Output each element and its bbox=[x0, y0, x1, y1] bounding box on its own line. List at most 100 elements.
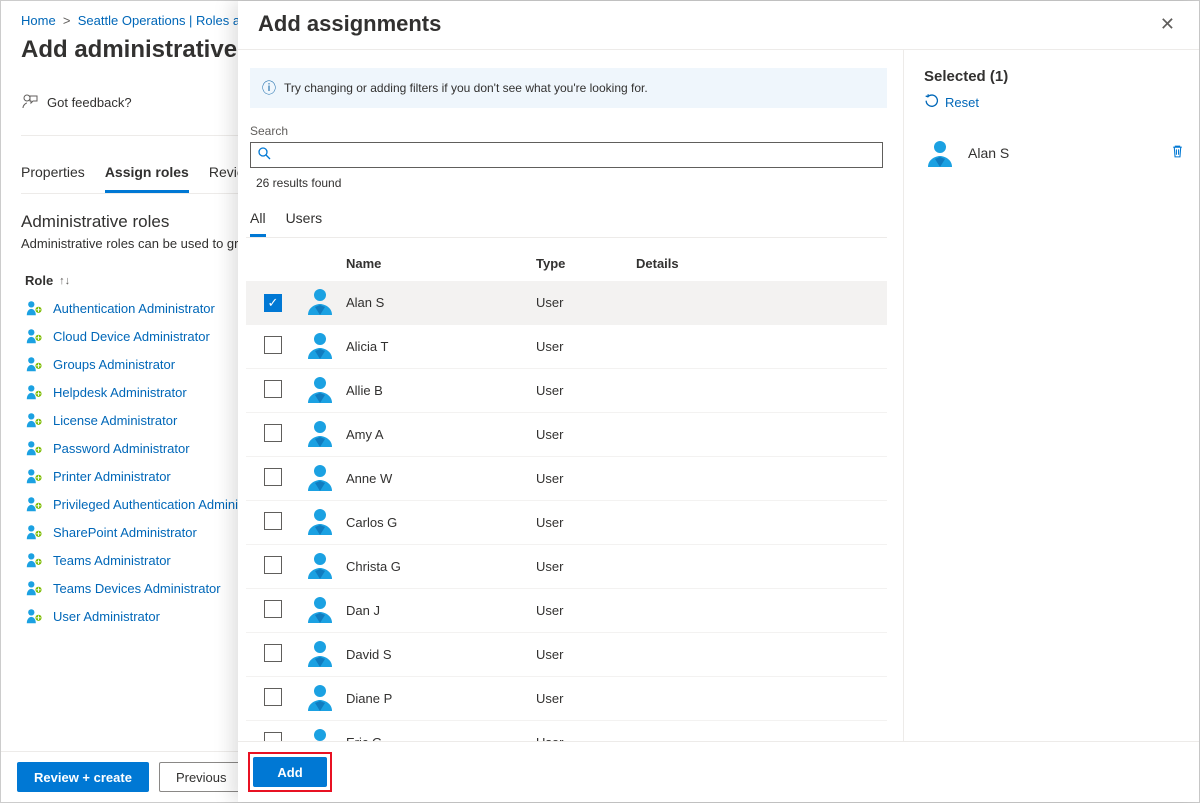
avatar-icon bbox=[304, 681, 336, 713]
role-icon bbox=[25, 299, 43, 317]
role-icon bbox=[25, 383, 43, 401]
avatar-icon bbox=[304, 593, 336, 625]
avatar-icon bbox=[304, 637, 336, 669]
user-row[interactable]: Dan JUser bbox=[246, 589, 887, 633]
col-type[interactable]: Type bbox=[536, 256, 636, 271]
selected-item: Alan S bbox=[924, 137, 1185, 169]
role-icon bbox=[25, 495, 43, 513]
user-row[interactable]: Christa GUser bbox=[246, 545, 887, 589]
user-name: Allie B bbox=[346, 383, 536, 398]
avatar-icon bbox=[924, 137, 956, 169]
search-label: Search bbox=[250, 124, 887, 138]
user-row[interactable]: Diane PUser bbox=[246, 677, 887, 721]
selected-item-name: Alan S bbox=[968, 145, 1158, 161]
role-link[interactable]: Teams Devices Administrator bbox=[53, 581, 221, 596]
tab-properties[interactable]: Properties bbox=[21, 156, 85, 193]
user-type: User bbox=[536, 427, 636, 442]
role-link[interactable]: Helpdesk Administrator bbox=[53, 385, 187, 400]
review-create-button[interactable]: Review + create bbox=[17, 762, 149, 792]
checkbox[interactable] bbox=[264, 644, 282, 662]
user-row[interactable]: Amy AUser bbox=[246, 413, 887, 457]
user-row[interactable]: Alicia TUser bbox=[246, 325, 887, 369]
avatar-icon bbox=[304, 285, 336, 317]
avatar-icon bbox=[304, 329, 336, 361]
search-input[interactable] bbox=[250, 142, 883, 168]
role-icon bbox=[25, 579, 43, 597]
person-feedback-icon bbox=[21, 92, 39, 113]
user-type: User bbox=[536, 339, 636, 354]
checkbox[interactable] bbox=[264, 380, 282, 398]
add-button-highlight: Add bbox=[248, 752, 332, 792]
user-type: User bbox=[536, 647, 636, 662]
flyout-title: Add assignments bbox=[258, 11, 441, 37]
role-icon bbox=[25, 467, 43, 485]
user-type: User bbox=[536, 691, 636, 706]
checkbox[interactable] bbox=[264, 336, 282, 354]
user-name: Anne W bbox=[346, 471, 536, 486]
breadcrumb-home[interactable]: Home bbox=[21, 13, 56, 28]
user-name: Diane P bbox=[346, 691, 536, 706]
user-list[interactable]: Name Type Details ✓Alan SUserAlicia TUse… bbox=[246, 246, 887, 741]
role-link[interactable]: Privileged Authentication Administ bbox=[53, 497, 248, 512]
user-row[interactable]: Anne WUser bbox=[246, 457, 887, 501]
user-row[interactable]: Eric GUser bbox=[246, 721, 887, 741]
col-details[interactable]: Details bbox=[636, 256, 887, 271]
checkbox[interactable] bbox=[264, 424, 282, 442]
info-bar: ⓘ Try changing or adding filters if you … bbox=[250, 68, 887, 108]
user-name: Alan S bbox=[346, 295, 536, 310]
tab-assign-roles[interactable]: Assign roles bbox=[105, 156, 189, 193]
sort-icon[interactable]: ↑↓ bbox=[59, 275, 70, 287]
user-name: David S bbox=[346, 647, 536, 662]
role-link[interactable]: Teams Administrator bbox=[53, 553, 171, 568]
checkbox[interactable] bbox=[264, 512, 282, 530]
reset-icon bbox=[924, 93, 939, 111]
user-row[interactable]: Allie BUser bbox=[246, 369, 887, 413]
avatar-icon bbox=[304, 725, 336, 741]
avatar-icon bbox=[304, 373, 336, 405]
role-icon bbox=[25, 439, 43, 457]
user-name: Carlos G bbox=[346, 515, 536, 530]
checkbox[interactable] bbox=[264, 468, 282, 486]
checkbox[interactable]: ✓ bbox=[264, 294, 282, 312]
user-type: User bbox=[536, 559, 636, 574]
results-count: 26 results found bbox=[256, 176, 887, 190]
user-name: Christa G bbox=[346, 559, 536, 574]
checkbox[interactable] bbox=[264, 732, 282, 741]
user-name: Dan J bbox=[346, 603, 536, 618]
avatar-icon bbox=[304, 417, 336, 449]
role-link[interactable]: User Administrator bbox=[53, 609, 160, 624]
add-button[interactable]: Add bbox=[253, 757, 327, 787]
info-icon: ⓘ bbox=[262, 78, 276, 98]
user-row[interactable]: David SUser bbox=[246, 633, 887, 677]
role-link[interactable]: Printer Administrator bbox=[53, 469, 171, 484]
avatar-icon bbox=[304, 505, 336, 537]
role-icon bbox=[25, 551, 43, 569]
user-row[interactable]: Carlos GUser bbox=[246, 501, 887, 545]
role-link[interactable]: License Administrator bbox=[53, 413, 177, 428]
list-header: Name Type Details bbox=[246, 246, 887, 281]
tab-all[interactable]: All bbox=[250, 204, 266, 237]
role-link[interactable]: Cloud Device Administrator bbox=[53, 329, 210, 344]
role-column-header[interactable]: Role bbox=[25, 273, 53, 288]
role-link[interactable]: Groups Administrator bbox=[53, 357, 175, 372]
user-type: User bbox=[536, 295, 636, 310]
checkbox[interactable] bbox=[264, 688, 282, 706]
selected-heading: Selected (1) bbox=[924, 68, 1185, 85]
role-link[interactable]: Authentication Administrator bbox=[53, 301, 215, 316]
user-row[interactable]: ✓ Alan SUser bbox=[246, 281, 887, 325]
col-name[interactable]: Name bbox=[346, 256, 536, 271]
reset-link[interactable]: Reset bbox=[924, 93, 1185, 111]
tab-users[interactable]: Users bbox=[286, 204, 323, 237]
role-link[interactable]: Password Administrator bbox=[53, 441, 190, 456]
checkbox[interactable] bbox=[264, 600, 282, 618]
user-type: User bbox=[536, 471, 636, 486]
user-name: Amy A bbox=[346, 427, 536, 442]
role-icon bbox=[25, 327, 43, 345]
delete-icon[interactable] bbox=[1170, 144, 1185, 163]
previous-button[interactable]: Previous bbox=[159, 762, 244, 792]
checkbox[interactable] bbox=[264, 556, 282, 574]
breadcrumb-seattle-ops[interactable]: Seattle Operations | Roles and bbox=[78, 13, 255, 28]
close-icon[interactable]: ✕ bbox=[1156, 11, 1179, 37]
role-link[interactable]: SharePoint Administrator bbox=[53, 525, 197, 540]
avatar-icon bbox=[304, 549, 336, 581]
